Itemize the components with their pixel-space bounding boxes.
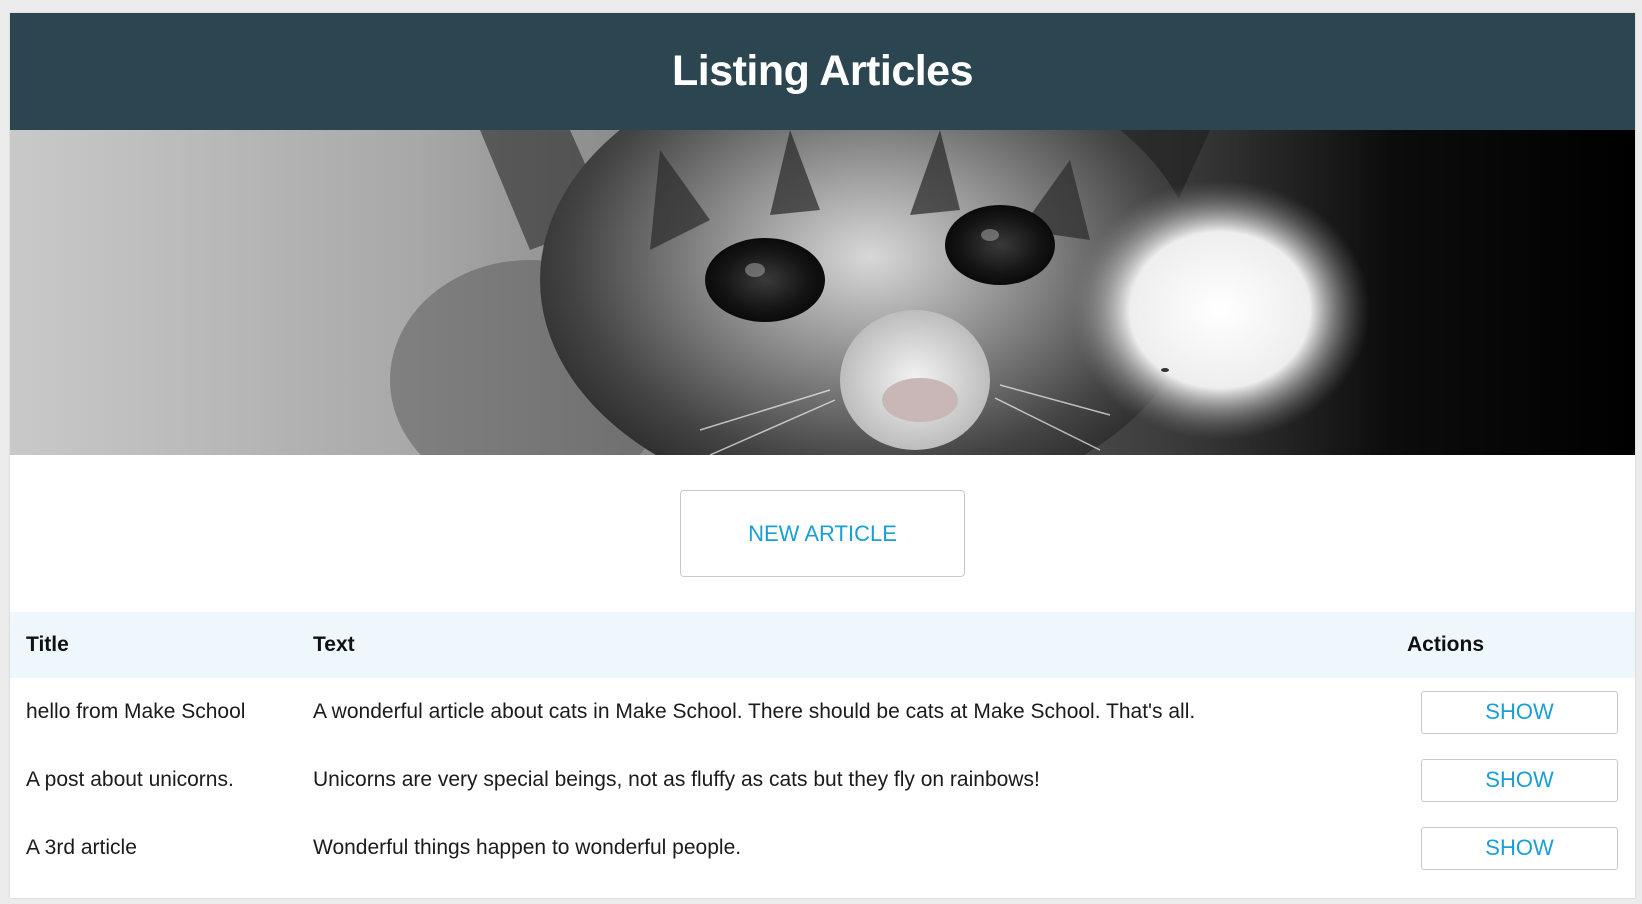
- article-title: A post about unicorns.: [26, 768, 234, 791]
- page-frame: Listing Articles NEW ARTICLE Title Text …: [10, 13, 1635, 898]
- page-header: Listing Articles: [10, 13, 1635, 130]
- show-button[interactable]: SHOW: [1421, 826, 1618, 870]
- table-row: A 3rd article Wonderful things happen to…: [10, 814, 1635, 882]
- article-title: hello from Make School: [26, 700, 246, 723]
- page-title: Listing Articles: [671, 47, 974, 95]
- column-header-actions: Actions: [1407, 633, 1485, 656]
- article-text: Wonderful things happen to wonderful peo…: [313, 836, 742, 859]
- hero-image: [10, 130, 1635, 455]
- new-article-row: NEW ARTICLE: [10, 455, 1635, 612]
- article-text: A wonderful article about cats in Make S…: [313, 700, 1196, 723]
- table-row: A post about unicorns. Unicorns are very…: [10, 746, 1635, 814]
- table-header-row: Title Text Actions: [10, 612, 1635, 678]
- article-title: A 3rd article: [26, 836, 137, 859]
- table-row: hello from Make School A wonderful artic…: [10, 678, 1635, 746]
- articles-table: Title Text Actions hello from Make Schoo…: [10, 612, 1635, 882]
- article-text: Unicorns are very special beings, not as…: [313, 768, 1040, 791]
- article-actions: SHOW: [1391, 678, 1635, 746]
- column-header-text: Text: [313, 633, 355, 656]
- show-button[interactable]: SHOW: [1421, 690, 1618, 734]
- article-actions: SHOW: [1391, 746, 1635, 814]
- show-button[interactable]: SHOW: [1421, 758, 1618, 802]
- new-article-button[interactable]: NEW ARTICLE: [680, 490, 965, 577]
- column-header-title: Title: [26, 633, 69, 656]
- article-actions: SHOW: [1391, 814, 1635, 882]
